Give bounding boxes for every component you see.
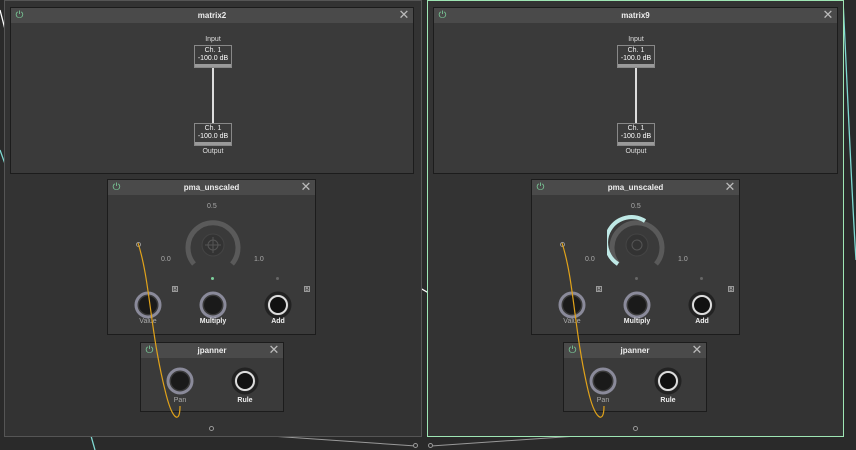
indicator-dot: [700, 277, 703, 280]
value-mode-box[interactable]: B: [596, 286, 602, 293]
jpanner-node-left[interactable]: ⏻ jpanner ✕ Pan Rule: [140, 342, 284, 412]
channel-level: -100.0 dB: [197, 133, 229, 140]
scale-max-label: 1.0: [678, 256, 688, 263]
outlet-port[interactable]: [209, 426, 214, 431]
big-dial[interactable]: [183, 215, 243, 275]
inlet-port[interactable]: [560, 242, 565, 247]
rule-knob[interactable]: [653, 366, 683, 396]
value-knob[interactable]: [557, 290, 587, 320]
rule-label: Rule: [237, 397, 253, 404]
matrix-input-channel[interactable]: Ch. 1 -100.0 dB: [617, 45, 655, 68]
outlet-port[interactable]: [633, 426, 638, 431]
multiply-label: Multiply: [199, 318, 227, 325]
indicator-dot: [211, 277, 214, 280]
close-icon[interactable]: ✕: [267, 343, 281, 357]
matrix-input-label: Input: [205, 36, 221, 43]
jpanner-node-right[interactable]: ⏻ jpanner ✕ Pan Rule: [563, 342, 707, 412]
rule-label: Rule: [660, 397, 676, 404]
cable-cyan-2[interactable]: [842, 0, 856, 261]
pan-label: Pan: [596, 397, 610, 404]
value-label: Value: [139, 318, 157, 325]
add-knob[interactable]: [687, 290, 717, 320]
channel-name: Ch. 1: [627, 47, 645, 54]
mixer-inlet-port[interactable]: [428, 443, 433, 448]
pan-label: Pan: [173, 397, 187, 404]
jpanner-titlebar[interactable]: ⏻ jpanner ✕: [564, 343, 706, 358]
add-label: Add: [695, 318, 709, 325]
matrix-input-channel[interactable]: Ch. 1 -100.0 dB: [194, 45, 232, 68]
indicator-dot: [276, 277, 279, 280]
channel-level: -100.0 dB: [620, 55, 652, 62]
channel-name: Ch. 1: [204, 47, 222, 54]
value-knob[interactable]: [133, 290, 163, 320]
matrix-link-line: [635, 68, 637, 123]
level-bar: [618, 142, 654, 145]
inlet-port[interactable]: [136, 242, 141, 247]
multiply-label: Multiply: [623, 318, 651, 325]
matrix-title: matrix9: [621, 11, 650, 20]
pma-title: pma_unscaled: [183, 183, 240, 192]
pan-knob[interactable]: [165, 366, 195, 396]
channel-level: -100.0 dB: [620, 133, 652, 140]
close-icon[interactable]: ✕: [299, 180, 313, 194]
jpanner-title: jpanner: [620, 346, 650, 355]
jpanner-title: jpanner: [197, 346, 227, 355]
multiply-knob[interactable]: [198, 290, 228, 320]
matrix-input-label: Input: [628, 36, 644, 43]
indicator-dot: [635, 277, 638, 280]
pma-titlebar[interactable]: ⏻ pma_unscaled ✕: [108, 180, 315, 195]
close-icon[interactable]: ✕: [690, 343, 704, 357]
close-icon[interactable]: ✕: [397, 8, 411, 22]
mixer-inlet-port[interactable]: [413, 443, 418, 448]
matrix-output-label: Output: [625, 148, 647, 155]
matrix-node-left[interactable]: ⏻ matrix2 ✕ Input Ch. 1 -100.0 dB Ch. 1 …: [10, 7, 414, 174]
add-mode-box[interactable]: B: [304, 286, 310, 293]
pma-titlebar[interactable]: ⏻ pma_unscaled ✕: [532, 180, 739, 195]
matrix-output-channel[interactable]: Ch. 1 -100.0 dB: [194, 123, 232, 146]
matrix-output-channel[interactable]: Ch. 1 -100.0 dB: [617, 123, 655, 146]
scale-top-label: 0.5: [631, 203, 641, 210]
matrix-node-right[interactable]: ⏻ matrix9 ✕ Input Ch. 1 -100.0 dB Ch. 1 …: [433, 7, 838, 174]
value-label: Value: [563, 318, 581, 325]
matrix-title: matrix2: [197, 11, 227, 20]
big-dial-center: [625, 233, 649, 257]
scale-top-label: 0.5: [207, 203, 217, 210]
value-mode-box[interactable]: B: [172, 286, 178, 293]
matrix-link-line: [212, 68, 214, 123]
channel-name: Ch. 1: [627, 125, 645, 132]
scale-min-label: 0.0: [161, 256, 171, 263]
close-icon[interactable]: ✕: [723, 180, 737, 194]
matrix-output-label: Output: [202, 148, 224, 155]
scale-min-label: 0.0: [585, 256, 595, 263]
close-icon[interactable]: ✕: [821, 8, 835, 22]
matrix-titlebar[interactable]: ⏻ matrix2 ✕: [11, 8, 413, 23]
add-label: Add: [271, 318, 285, 325]
rule-knob[interactable]: [230, 366, 260, 396]
level-bar: [618, 64, 654, 67]
pma-node-left[interactable]: ⏻ pma_unscaled ✕ 0.5 0.0 1.0 B B Value M…: [107, 179, 316, 335]
pma-title: pma_unscaled: [607, 183, 664, 192]
add-knob[interactable]: [263, 290, 293, 320]
multiply-knob[interactable]: [622, 290, 652, 320]
add-mode-box[interactable]: B: [728, 286, 734, 293]
channel-level: -100.0 dB: [197, 55, 229, 62]
jpanner-titlebar[interactable]: ⏻ jpanner ✕: [141, 343, 283, 358]
level-bar: [195, 64, 231, 67]
pma-node-right[interactable]: ⏻ pma_unscaled ✕ 0.5 0.0 1.0 B B Value M…: [531, 179, 740, 335]
level-bar: [195, 142, 231, 145]
pan-knob[interactable]: [588, 366, 618, 396]
channel-name: Ch. 1: [204, 125, 222, 132]
matrix-titlebar[interactable]: ⏻ matrix9 ✕: [434, 8, 837, 23]
scale-max-label: 1.0: [254, 256, 264, 263]
big-dial[interactable]: [607, 215, 667, 275]
